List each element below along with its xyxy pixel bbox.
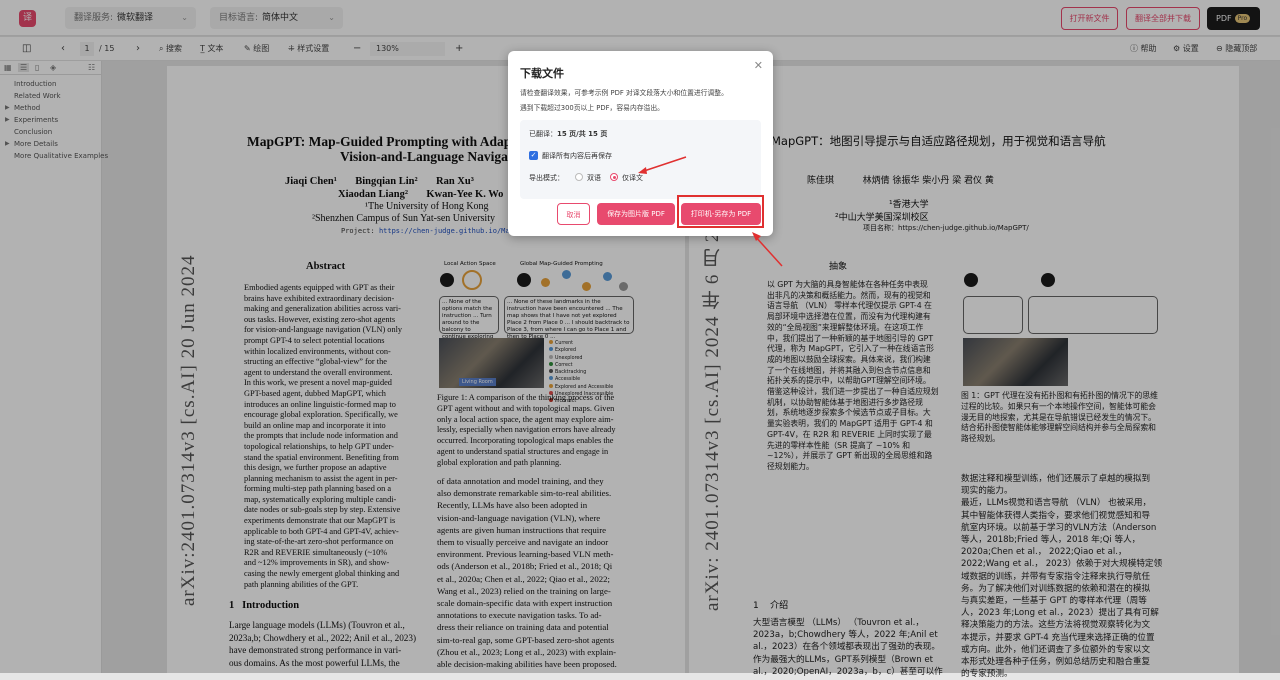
dialog-title: 下载文件 bbox=[520, 67, 564, 80]
bilingual-label: 双语 bbox=[587, 174, 601, 182]
translated-only-radio[interactable] bbox=[610, 173, 618, 181]
translated-count-value: 15 页/共 15 页 bbox=[557, 130, 608, 138]
export-mode-label: 导出模式： bbox=[529, 174, 564, 182]
checkbox-label: 翻译所有内容后再保存 bbox=[542, 152, 612, 160]
translated-count-label: 已翻译： bbox=[529, 130, 557, 138]
save-image-pdf-button[interactable]: 保存为图片版 PDF bbox=[597, 203, 675, 225]
export-options-panel: 已翻译：15 页/共 15 页 ✓ 翻译所有内容后再保存 导出模式： 双语 仅译… bbox=[520, 120, 761, 199]
highlight-box bbox=[677, 195, 764, 228]
save-after-translate-checkbox[interactable]: ✓ bbox=[529, 151, 538, 160]
translated-only-label: 仅译文 bbox=[622, 174, 643, 182]
dialog-description: 请检查翻译效果，可参考示例 PDF 对译文段落大小和位置进行调整。 bbox=[520, 89, 728, 97]
cancel-button[interactable]: 取消 bbox=[557, 203, 590, 225]
close-icon[interactable]: ✕ bbox=[754, 59, 763, 72]
bilingual-radio[interactable] bbox=[575, 173, 583, 181]
dialog-warning: 遇到下载超过300页以上 PDF，容易内存溢出。 bbox=[520, 104, 664, 112]
